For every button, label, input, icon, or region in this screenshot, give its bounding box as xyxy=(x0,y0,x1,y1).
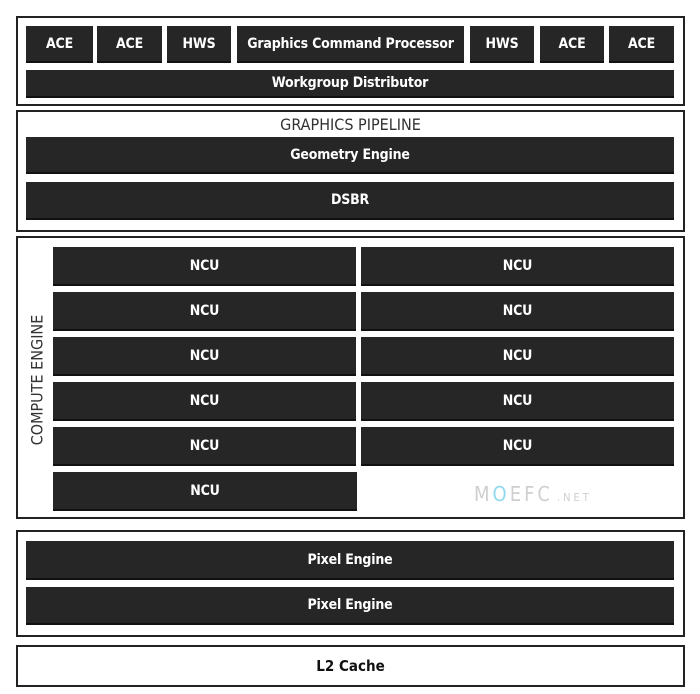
ncu-block: NCU xyxy=(53,247,356,286)
hws-block: HWS xyxy=(167,26,231,63)
ncu-block: NCU xyxy=(361,292,674,331)
ncu-block: NCU xyxy=(361,427,674,466)
dsbr-block: DSBR xyxy=(26,182,674,220)
ncu-block: NCU xyxy=(53,382,356,421)
ace-block: ACE xyxy=(540,26,604,63)
ncu-block: NCU xyxy=(53,292,356,331)
geometry-engine-block: Geometry Engine xyxy=(26,137,674,174)
graphics-command-processor-block: Graphics Command Processor xyxy=(237,26,464,63)
ace-block: ACE xyxy=(26,26,93,63)
ncu-block: NCU xyxy=(53,427,356,466)
ace-block: ACE xyxy=(609,26,674,63)
ncu-block: NCU xyxy=(53,472,357,511)
watermark-logo: MOEFC .NET xyxy=(474,482,592,506)
pixel-engine-block: Pixel Engine xyxy=(26,587,674,625)
compute-engine-title: COMPUTE ENGINE xyxy=(27,314,47,446)
workgroup-distributor-block: Workgroup Distributor xyxy=(26,70,674,98)
ace-block: ACE xyxy=(97,26,162,63)
graphics-pipeline-title: GRAPHICS PIPELINE xyxy=(280,115,421,134)
pixel-engine-block: Pixel Engine xyxy=(26,541,674,580)
l2-cache-block: L2 Cache xyxy=(16,645,685,687)
hws-block: HWS xyxy=(470,26,534,63)
ncu-block: NCU xyxy=(53,337,356,376)
ncu-block: NCU xyxy=(361,247,674,286)
ncu-block: NCU xyxy=(361,337,674,376)
ncu-block: NCU xyxy=(361,382,674,421)
